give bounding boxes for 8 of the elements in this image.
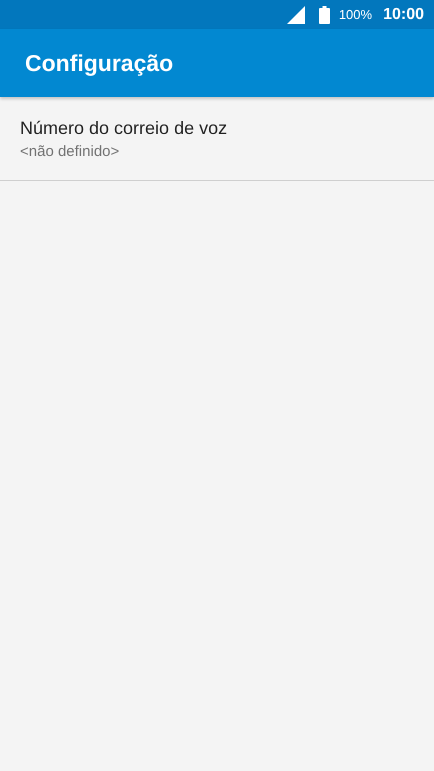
battery-percent: 100% [338,7,372,22]
setting-summary: <não definido> [20,143,120,160]
battery-icon [318,6,330,24]
signal-icon [286,6,305,24]
setting-item[interactable]: Número do correio de voz <não definido> [0,97,434,181]
clock: 10:00 [383,6,424,24]
setting-title: Número do correio de voz [20,118,228,139]
app-bar-title: Configuração [25,50,174,76]
